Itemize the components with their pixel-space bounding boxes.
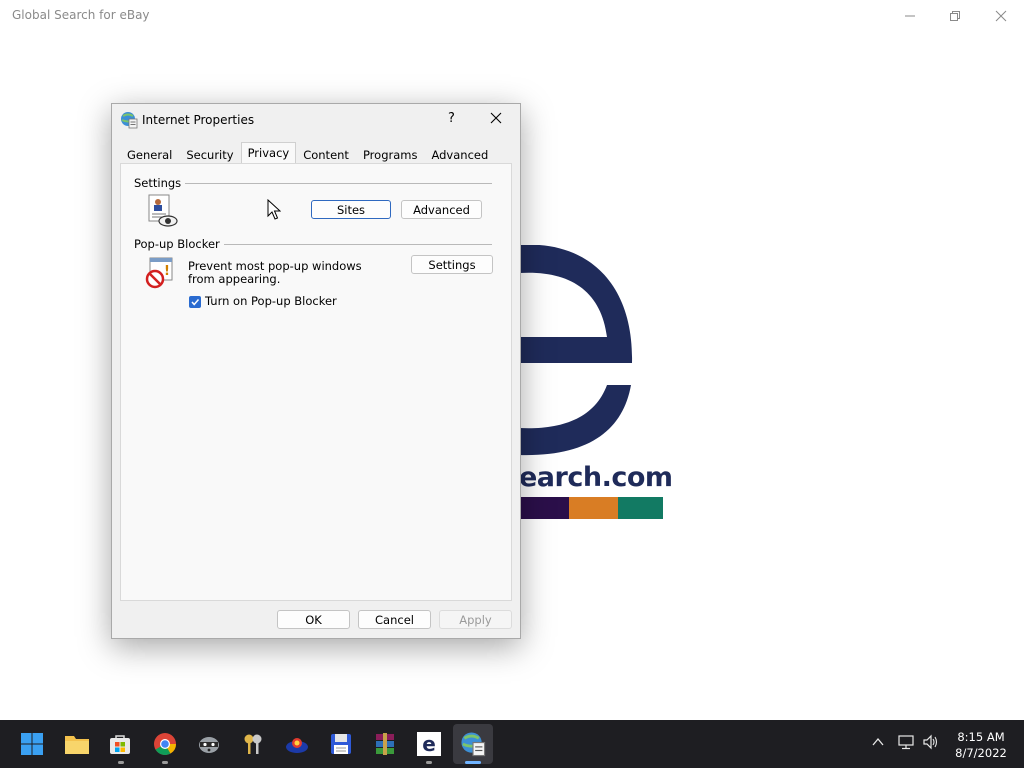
close-icon — [995, 10, 1007, 22]
advanced-button[interactable]: Advanced — [401, 200, 482, 219]
active-app-indicator — [465, 761, 481, 764]
taskbar-store[interactable] — [106, 730, 134, 758]
svg-text:e: e — [422, 732, 436, 756]
minimize-button[interactable] — [887, 0, 933, 32]
network-button[interactable] — [898, 734, 916, 754]
apply-button[interactable]: Apply — [439, 610, 512, 629]
logo-color-bars — [519, 497, 663, 519]
settings-group-label: Settings — [134, 176, 186, 190]
taskbar-raccoon-app[interactable] — [195, 730, 223, 758]
file-explorer-icon — [65, 736, 89, 754]
clock-date: 8/7/2022 — [955, 746, 1007, 760]
taskbar-chrome[interactable] — [151, 730, 179, 758]
mouse-cursor — [267, 199, 281, 220]
restore-button[interactable] — [932, 0, 978, 32]
app-window-title: Global Search for eBay — [12, 8, 150, 22]
svg-text:!: ! — [164, 264, 170, 279]
restore-icon — [950, 11, 960, 21]
ebay-search-icon: e — [417, 732, 441, 756]
start-button[interactable] — [18, 730, 46, 758]
close-icon — [490, 112, 502, 124]
cancel-button[interactable]: Cancel — [358, 610, 431, 629]
logo-bar-teal — [618, 497, 663, 519]
help-button[interactable]: ? — [448, 111, 455, 126]
chevron-up-icon — [872, 737, 884, 746]
winrar-icon — [376, 733, 394, 755]
taskbar: e — [0, 720, 1024, 768]
privacy-eye-icon — [148, 194, 178, 227]
store-running-indicator — [118, 761, 124, 764]
taskbar-clock[interactable]: 8:15 AM 8/7/2022 — [950, 729, 1012, 761]
logo-bar-orange — [569, 497, 618, 519]
checkmark-icon — [191, 299, 200, 306]
tab-privacy[interactable]: Privacy — [240, 142, 297, 165]
close-window-button[interactable] — [978, 0, 1024, 32]
volume-icon — [923, 734, 938, 750]
clock-time: 8:15 AM — [957, 730, 1005, 744]
popup-blocker-group-label: Pop-up Blocker — [134, 237, 224, 251]
taskbar-app[interactable] — [283, 730, 311, 758]
privacy-panel: Settings Sites Advanced Pop-up Blocker !… — [120, 163, 512, 601]
popup-blocker-checkbox[interactable] — [189, 296, 201, 308]
ok-button[interactable]: OK — [277, 610, 350, 629]
network-icon — [898, 735, 914, 750]
taskbar-ebay-search[interactable]: e — [415, 730, 443, 758]
show-hidden-icons-button[interactable] — [871, 734, 885, 753]
taskbar-winrar[interactable] — [371, 730, 399, 758]
dialog-close-button[interactable] — [488, 110, 504, 130]
popup-blocker-icon: ! — [145, 257, 173, 289]
popup-blocker-divider — [211, 244, 492, 245]
store-icon — [110, 735, 130, 754]
internet-properties-icon — [461, 732, 486, 757]
keys-icon — [244, 734, 262, 754]
internet-properties-icon — [121, 112, 138, 129]
taskbar-keys-app[interactable] — [239, 730, 267, 758]
minimize-icon — [905, 15, 915, 17]
sites-button[interactable]: Sites — [311, 200, 391, 219]
start-icon — [21, 733, 43, 755]
settings-divider — [179, 183, 492, 184]
raccoon-icon — [199, 737, 219, 753]
popup-blocker-description: Prevent most pop-up windows from appeari… — [188, 259, 362, 286]
ebay-search-running-indicator — [426, 761, 432, 764]
app-icon — [286, 738, 308, 753]
volume-button[interactable] — [922, 734, 940, 754]
taskbar-internet-properties[interactable] — [459, 730, 487, 758]
popup-blocker-checkbox-label[interactable]: Turn on Pop-up Blocker — [205, 295, 337, 308]
popup-settings-button[interactable]: Settings — [411, 255, 493, 274]
dialog-title: Internet Properties — [142, 113, 255, 127]
logo-text: earch.com — [519, 462, 673, 493]
chrome-icon — [154, 733, 176, 755]
taskbar-save-app[interactable] — [327, 730, 355, 758]
logo-bar-purple — [519, 497, 569, 519]
internet-properties-dialog: Internet Properties ? General Security P… — [111, 103, 521, 639]
chrome-running-indicator — [162, 761, 168, 764]
taskbar-file-explorer[interactable] — [63, 730, 91, 758]
save-disk-icon — [331, 734, 351, 754]
